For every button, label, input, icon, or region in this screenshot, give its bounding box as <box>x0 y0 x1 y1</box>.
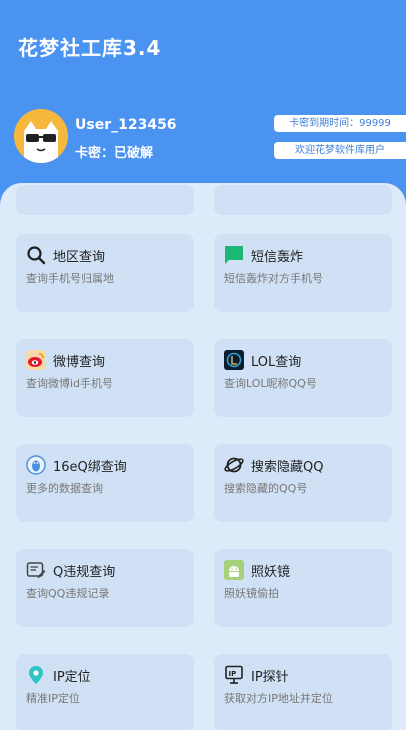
tool-title: 16eQ绑查询 <box>53 460 127 475</box>
tool-card-ip-probe[interactable]: IP IP探针 获取对方IP地址并定位 <box>214 654 392 730</box>
tool-grid: 地区查询 查询手机号归属地 短信轰炸 短信轰炸对方手机号 微博查询 查询微博id… <box>0 183 406 730</box>
android-icon <box>224 560 244 580</box>
tool-desc: 查询手机号归属地 <box>26 272 114 285</box>
tool-desc: 短信轰炸对方手机号 <box>224 272 323 285</box>
tool-title: 地区查询 <box>53 250 106 265</box>
tool-desc: 获取对方IP地址并定位 <box>224 692 333 705</box>
tool-title: IP探针 <box>251 670 289 685</box>
tool-card-lol-lookup[interactable]: LOL查询 查询LOL昵称QQ号 <box>214 339 392 417</box>
tool-desc: 精准IP定位 <box>26 692 80 705</box>
expiry-pill: 卡密到期时间：99999 <box>274 115 406 132</box>
tool-title: 搜索隐藏QQ <box>251 460 324 475</box>
tool-card-weibo-lookup[interactable]: 微博查询 查询微博id手机号 <box>16 339 194 417</box>
location-pin-icon <box>29 666 43 684</box>
tool-desc: 更多的数据查询 <box>26 482 103 495</box>
welcome-pill: 欢迎花梦软件库用户 <box>274 142 406 159</box>
ip-probe-icon: IP <box>225 665 243 684</box>
svg-text:IP: IP <box>229 670 237 678</box>
tool-card-qq-violation-lookup[interactable]: Q违规查询 查询QQ违规记录 <box>16 549 194 627</box>
tool-desc: 查询LOL昵称QQ号 <box>224 377 317 390</box>
tool-title: Q违规查询 <box>53 565 116 580</box>
tool-card-region-lookup[interactable]: 地区查询 查询手机号归属地 <box>16 234 194 312</box>
tool-card-16e-bind-lookup[interactable]: 16eQ绑查询 更多的数据查询 <box>16 444 194 522</box>
app-title: 花梦社工库3.4 <box>18 36 162 60</box>
lol-icon <box>224 350 244 370</box>
tool-title: 短信轰炸 <box>251 250 304 265</box>
tool-desc: 搜索隐藏的QQ号 <box>224 482 308 495</box>
username: User_123456 <box>75 117 177 133</box>
tool-card-partial[interactable] <box>214 185 392 215</box>
avatar[interactable] <box>14 109 68 163</box>
planet-icon <box>224 457 244 473</box>
tool-desc: 查询QQ违规记录 <box>26 587 110 600</box>
tool-card-sms-bomb[interactable]: 短信轰炸 短信轰炸对方手机号 <box>214 234 392 312</box>
tool-title: 微博查询 <box>53 355 106 370</box>
tool-card-partial[interactable] <box>16 185 194 215</box>
cat-sunglasses-icon <box>14 109 68 163</box>
tool-card-ip-location[interactable]: IP定位 精准IP定位 <box>16 654 194 730</box>
card-status: 卡密：已破解 <box>75 146 154 161</box>
header: 花梦社工库3.4 User_123456 卡密：已破解 卡密到期时间：99999… <box>0 0 406 210</box>
tool-title: 照妖镜 <box>251 565 291 580</box>
message-icon <box>225 246 243 264</box>
tool-card-mirror[interactable]: 照妖镜 照妖镜偷拍 <box>214 549 392 627</box>
weibo-icon <box>26 350 46 370</box>
tool-desc: 查询微博id手机号 <box>26 377 114 390</box>
tool-card-hidden-qq-search[interactable]: 搜索隐藏QQ 搜索隐藏的QQ号 <box>214 444 392 522</box>
tool-title: LOL查询 <box>251 355 302 370</box>
search-icon <box>27 246 46 265</box>
tool-desc: 照妖镜偷拍 <box>224 587 279 600</box>
document-edit-icon <box>26 562 46 578</box>
tool-title: IP定位 <box>53 670 91 685</box>
qq-penguin-icon <box>26 455 46 475</box>
